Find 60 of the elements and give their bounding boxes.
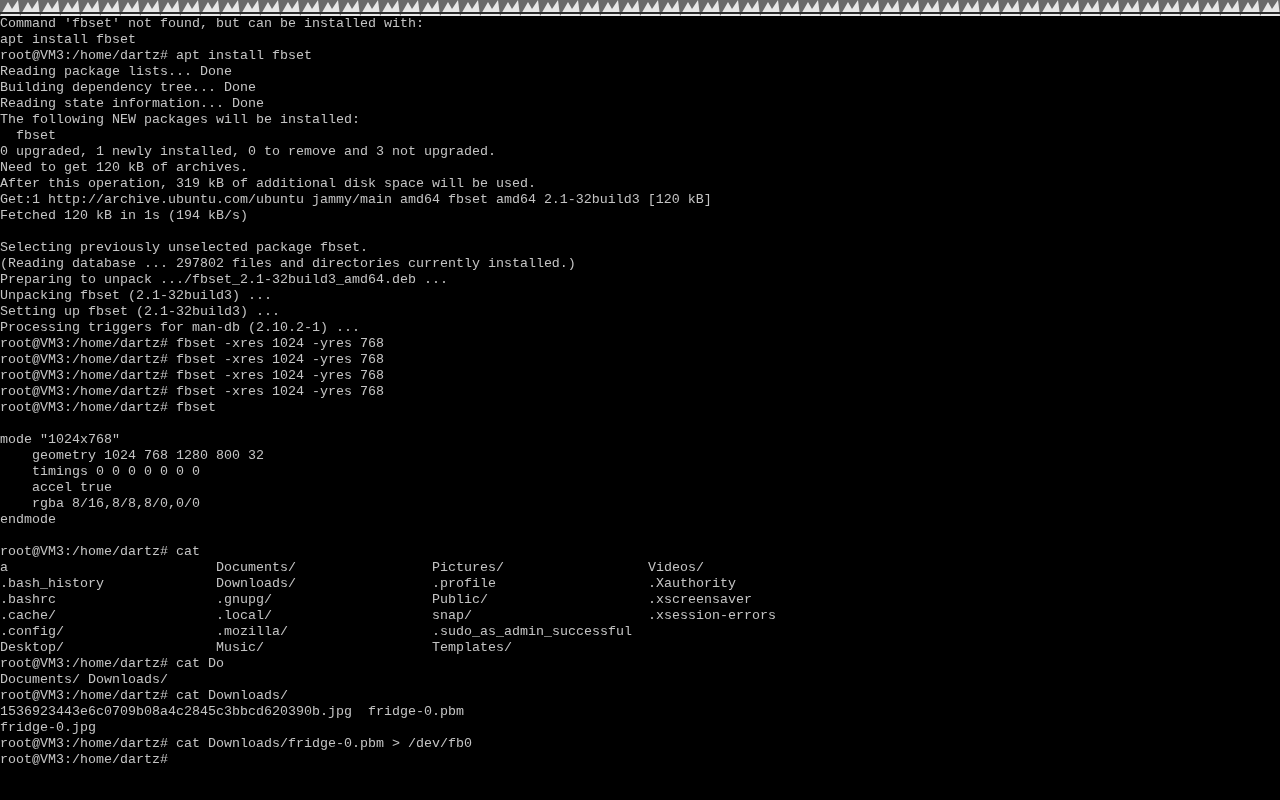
file-name: .cache/ bbox=[0, 608, 56, 624]
file-name: snap/ bbox=[432, 608, 472, 624]
file-name: .bashrc bbox=[0, 592, 56, 608]
terminal-line: Setting up fbset (2.1-32build3) ... bbox=[0, 304, 280, 320]
terminal-line: Unpacking fbset (2.1-32build3) ... bbox=[0, 288, 272, 304]
terminal-line: mode "1024x768" bbox=[0, 432, 120, 448]
file-name: Desktop/ bbox=[0, 640, 64, 656]
terminal-line: fridge-0.jpg bbox=[0, 720, 96, 736]
file-name: Public/ bbox=[432, 592, 488, 608]
file-name: Templates/ bbox=[432, 640, 512, 656]
file-name: .xsession-errors bbox=[648, 608, 776, 624]
terminal-line: Get:1 http://archive.ubuntu.com/ubuntu jammy/main amd64 fbset amd64 2.1-32build3 [120 kB] bbox=[0, 192, 712, 208]
terminal-line: root@VM3:/home/dartz# fbset -xres 1024 -yres 768 bbox=[0, 368, 384, 384]
file-name: .bash_history bbox=[0, 576, 104, 592]
terminal-line: Building dependency tree... Done bbox=[0, 80, 256, 96]
terminal-line: geometry 1024 768 1280 800 32 bbox=[31, 448, 264, 464]
file-name: .gnupg/ bbox=[216, 592, 272, 608]
file-name: .local/ bbox=[216, 608, 272, 624]
terminal-line: timings 0 0 0 0 0 0 0 bbox=[31, 464, 200, 480]
terminal-line: root@VM3:/home/dartz# apt install fbset bbox=[0, 48, 312, 64]
terminal-line: Documents/ Downloads/ bbox=[0, 672, 168, 688]
terminal-line: (Reading database ... 297802 files and directories currently installed.) bbox=[0, 256, 576, 272]
terminal-line: endmode bbox=[0, 512, 56, 528]
terminal-line: root@VM3:/home/dartz# fbset -xres 1024 -yres 768 bbox=[0, 336, 384, 352]
terminal-line: fbset bbox=[15, 128, 56, 144]
file-name: .sudo_as_admin_successful bbox=[432, 624, 632, 640]
terminal-line: root@VM3:/home/dartz# fbset bbox=[0, 400, 216, 416]
terminal-line: root@VM3:/home/dartz# cat Do bbox=[0, 656, 224, 672]
terminal-line: 1536923443e6c0709b08a4c2845c3bbcd620390b.jpg fridge-0.pbm bbox=[0, 704, 464, 720]
file-name: .profile bbox=[432, 576, 496, 592]
file-name: .xscreensaver bbox=[648, 592, 752, 608]
terminal-line: Processing triggers for man-db (2.10.2-1) ... bbox=[0, 320, 360, 336]
terminal-line: Reading package lists... Done bbox=[0, 64, 232, 80]
terminal-line: Fetched 120 kB in 1s (194 kB/s) bbox=[0, 208, 248, 224]
terminal-line: root@VM3:/home/dartz# cat Downloads/fridge-0.pbm > /dev/fb0 bbox=[0, 736, 472, 752]
terminal-line: rgba 8/16,8/8,8/0,0/0 bbox=[31, 496, 200, 512]
terminal-line: 0 upgraded, 1 newly installed, 0 to remove and 3 not upgraded. bbox=[0, 144, 496, 160]
terminal-line: apt install fbset bbox=[0, 32, 136, 48]
terminal-line: The following NEW packages will be installed: bbox=[0, 112, 360, 128]
file-name: a bbox=[0, 560, 8, 576]
terminal-line: Need to get 120 kB of archives. bbox=[0, 160, 248, 176]
file-name: Documents/ bbox=[216, 560, 296, 576]
file-name: Videos/ bbox=[648, 560, 704, 576]
terminal-line: Reading state information... Done bbox=[0, 96, 264, 112]
file-name: Pictures/ bbox=[432, 560, 504, 576]
file-name: .Xauthority bbox=[648, 576, 736, 592]
terminal-line: After this operation, 319 kB of additional disk space will be used. bbox=[0, 176, 536, 192]
terminal-line: Selecting previously unselected package fbset. bbox=[0, 240, 368, 256]
terminal-line: root@VM3:/home/dartz# cat Downloads/ bbox=[0, 688, 288, 704]
terminal-line: accel true bbox=[31, 480, 112, 496]
file-name: Music/ bbox=[216, 640, 264, 656]
file-name: Downloads/ bbox=[216, 576, 296, 592]
file-name: .mozilla/ bbox=[216, 624, 288, 640]
file-name: .config/ bbox=[0, 624, 64, 640]
terminal-line: Preparing to unpack .../fbset_2.1-32build3_amd64.deb ... bbox=[0, 272, 448, 288]
terminal-line: Command 'fbset' not found, but can be installed with: bbox=[0, 16, 424, 32]
terminal-line: root@VM3:/home/dartz# fbset -xres 1024 -yres 768 bbox=[0, 352, 384, 368]
terminal-line: root@VM3:/home/dartz# bbox=[0, 752, 168, 768]
terminal-line: root@VM3:/home/dartz# cat bbox=[0, 544, 200, 560]
terminal-line: root@VM3:/home/dartz# fbset -xres 1024 -yres 768 bbox=[0, 384, 384, 400]
